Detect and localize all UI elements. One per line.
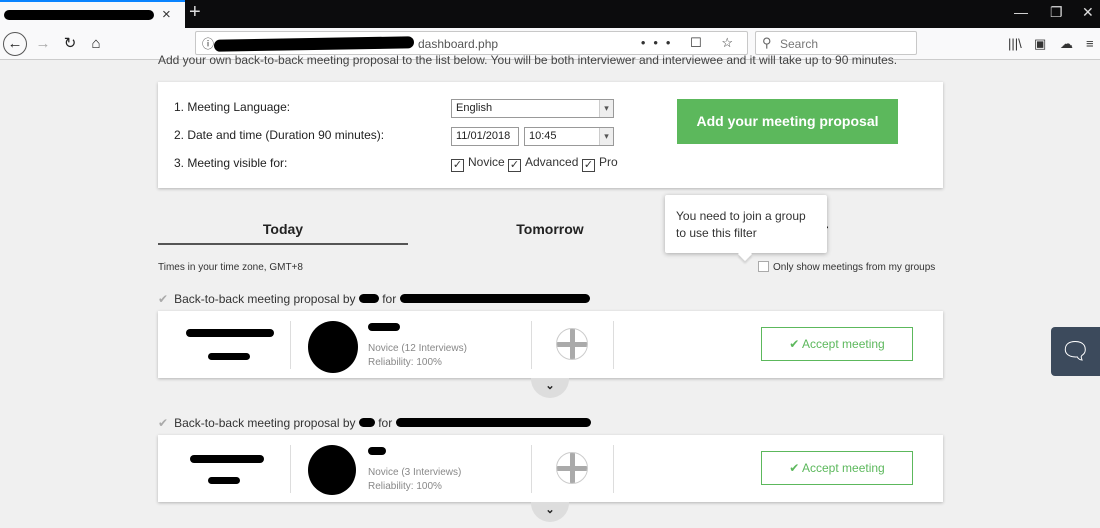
date-input[interactable]: 11/01/2018	[451, 127, 519, 146]
checkbox-novice[interactable]: ✓ Novice	[451, 155, 505, 172]
sidebar-icon[interactable]: ▣	[1034, 36, 1046, 52]
reload-icon[interactable]: ↻	[59, 34, 81, 54]
redacted-time	[190, 455, 264, 463]
home-icon[interactable]: ⌂	[85, 34, 107, 54]
browser-tab[interactable]: ×	[0, 0, 185, 28]
language-select[interactable]: English ▾	[451, 99, 614, 118]
datetime-label: 2. Date and time (Duration 90 minutes):	[174, 128, 385, 142]
user-reliability: Reliability: 100%	[368, 481, 442, 492]
divider	[290, 321, 291, 369]
meeting-header-text: Back-to-back meeting proposal by	[174, 292, 356, 306]
meeting-card: Novice (3 Interviews) Reliability: 100% …	[158, 435, 943, 502]
redacted-tab-title	[4, 10, 154, 20]
library-icon[interactable]: |||\	[1008, 36, 1022, 51]
tab-strip: × + — ❐ ✕	[0, 0, 1100, 28]
timezone-note: Times in your time zone, GMT+8	[158, 262, 303, 273]
url-text: dashboard.php	[418, 37, 499, 51]
visible-label: 3. Meeting visible for:	[174, 156, 288, 170]
divider	[531, 321, 532, 369]
close-tab-icon[interactable]: ×	[162, 6, 171, 23]
url-bar[interactable]: ⓘ dashboard.php ••• ☐ ☆	[195, 31, 748, 55]
page-content: Add your own back-to-back meeting propos…	[0, 53, 1100, 528]
redacted-detail	[399, 294, 590, 303]
checkbox-label: Novice	[468, 155, 505, 169]
meeting-header-text: Back-to-back meeting proposal by	[174, 416, 356, 430]
back-icon[interactable]: ←	[3, 32, 27, 56]
check-icon: ✔	[158, 416, 169, 430]
language-value: English	[456, 102, 493, 114]
checkmark-icon: ✔	[789, 461, 802, 475]
search-input[interactable]: ⚲ Search	[755, 31, 917, 55]
active-tab-indicator	[158, 243, 408, 245]
avatar	[308, 321, 358, 373]
new-tab-button[interactable]: +	[189, 1, 201, 24]
accept-label: Accept meeting	[802, 461, 885, 475]
uk-flag-icon	[556, 328, 588, 360]
expand-chevron-icon[interactable]: ⌄	[531, 378, 569, 398]
close-window-icon[interactable]: ✕	[1082, 4, 1094, 21]
checkmark-icon: ✓	[508, 159, 521, 172]
proposal-form: 1. Meeting Language: English ▾ 2. Date a…	[158, 82, 943, 188]
accept-meeting-button[interactable]: ✔ Accept meeting	[761, 451, 913, 485]
checkmark-icon: ✓	[451, 159, 464, 172]
redacted-name	[358, 294, 379, 303]
checkmark-icon: ✔	[789, 337, 802, 351]
check-icon: ✔	[158, 292, 169, 306]
checkbox-pro[interactable]: ✓ Pro	[582, 155, 618, 172]
info-icon[interactable]: ⓘ	[202, 35, 214, 52]
checkbox-label: Pro	[599, 155, 618, 169]
group-filter[interactable]: Only show meetings from my groups	[758, 261, 935, 273]
avatar	[308, 445, 356, 495]
meeting-header: ✔ Back-to-back meeting proposal by for	[158, 416, 591, 430]
time-value: 10:45	[529, 130, 557, 142]
meeting-header: ✔ Back-to-back meeting proposal by for	[158, 292, 590, 306]
redacted-name	[358, 418, 375, 427]
search-placeholder: Search	[780, 37, 819, 51]
group-filter-label: Only show meetings from my groups	[773, 262, 936, 273]
redacted-time	[208, 477, 240, 484]
redacted-detail	[395, 418, 591, 427]
divider	[613, 445, 614, 493]
redacted-time	[186, 329, 274, 337]
page-actions-icon[interactable]: ••• ☐ ☆	[641, 35, 741, 51]
add-proposal-button[interactable]: Add your meeting proposal	[677, 99, 898, 144]
user-level: Novice (3 Interviews)	[368, 467, 462, 478]
tab-today[interactable]: Today	[158, 221, 408, 237]
time-select[interactable]: 10:45 ▾	[524, 127, 614, 146]
meeting-header-for: for	[382, 292, 397, 306]
language-label: 1. Meeting Language:	[174, 100, 291, 114]
chevron-down-icon: ▾	[599, 100, 613, 117]
divider	[290, 445, 291, 493]
date-value: 11/01/2018	[456, 130, 511, 142]
group-filter-checkbox[interactable]	[758, 261, 769, 272]
redacted-url	[213, 36, 415, 52]
chat-bubble-icon[interactable]: 🗨	[1051, 327, 1100, 376]
restore-icon[interactable]: ❐	[1050, 4, 1063, 21]
meeting-header-for: for	[378, 416, 393, 430]
accept-meeting-button[interactable]: ✔ Accept meeting	[761, 327, 913, 361]
divider	[531, 445, 532, 493]
sync-icon[interactable]: ☁	[1060, 36, 1073, 52]
uk-flag-icon	[556, 452, 588, 484]
checkbox-label: Advanced	[525, 155, 579, 169]
intro-text: Add your own back-to-back meeting propos…	[158, 53, 898, 67]
checkbox-advanced[interactable]: ✓ Advanced	[508, 155, 578, 172]
search-icon: ⚲	[762, 35, 772, 50]
expand-chevron-icon[interactable]: ⌄	[531, 502, 569, 522]
user-level: Novice (12 Interviews)	[368, 343, 467, 354]
meeting-card: Novice (12 Interviews) Reliability: 100%…	[158, 311, 943, 378]
chevron-down-icon: ▾	[599, 128, 613, 145]
tab-tomorrow[interactable]: Tomorrow	[425, 221, 675, 237]
accept-label: Accept meeting	[802, 337, 885, 351]
checkmark-icon: ✓	[582, 159, 595, 172]
forward-icon[interactable]: →	[32, 34, 54, 54]
menu-icon[interactable]: ≡	[1086, 36, 1094, 51]
divider	[613, 321, 614, 369]
redacted-time	[208, 353, 250, 360]
redacted-username	[368, 323, 400, 331]
user-reliability: Reliability: 100%	[368, 357, 442, 368]
filter-tooltip: You need to join a group to use this fil…	[665, 195, 827, 253]
redacted-username	[368, 447, 386, 455]
minimize-icon[interactable]: —	[1014, 4, 1028, 20]
